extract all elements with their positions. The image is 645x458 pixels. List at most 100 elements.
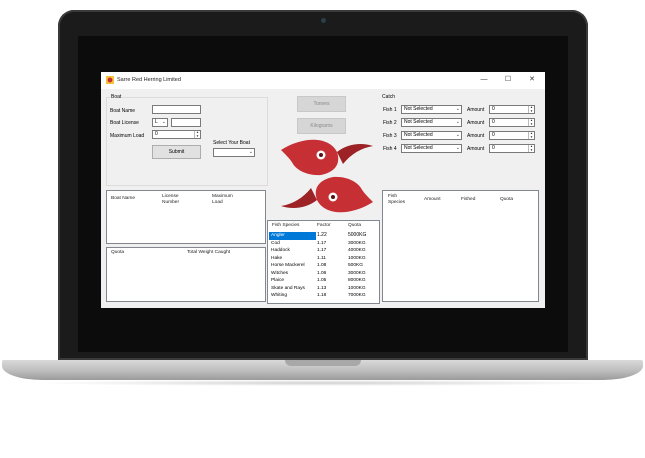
spin-arrows-icon[interactable]: ▲ ▼ xyxy=(528,131,534,139)
species-factor: 1.08 xyxy=(317,263,327,268)
species-quota: 3000KG xyxy=(348,270,366,276)
species-quota: 8000KG xyxy=(348,278,366,283)
species-name: Haddock xyxy=(271,248,290,253)
species-quota: 1000KG xyxy=(348,255,366,261)
fish-3-select[interactable]: Not Selected ⌄ xyxy=(401,131,462,140)
column-header-fish-species[interactable]: Fish Species xyxy=(272,223,299,229)
fish-3-label: Fish 3 xyxy=(383,133,397,139)
fish-4-amount-stepper[interactable]: 0 ▲ ▼ xyxy=(489,144,535,153)
chevron-down-icon: ⌄ xyxy=(455,119,460,125)
fish-4-amount-value: 0 xyxy=(492,145,495,151)
species-factor: 1.18 xyxy=(317,293,327,298)
column-header-quota[interactable]: Quota xyxy=(111,250,124,256)
chevron-down-icon: ⌄ xyxy=(248,149,253,155)
fish-2-amount-stepper[interactable]: 0 ▲ ▼ xyxy=(489,118,535,127)
table-row[interactable]: Haddock 1.17 4000KG xyxy=(269,247,379,255)
species-name: Witches xyxy=(271,270,289,276)
column-header-total-weight[interactable]: Total Weight Caught xyxy=(187,250,230,256)
spin-arrows-icon[interactable]: ▲ ▼ xyxy=(528,105,534,113)
column-header-species-quota[interactable]: Quota xyxy=(348,223,361,229)
table-row[interactable]: Plaice 1.05 8000KG xyxy=(269,277,379,285)
spin-arrows-icon[interactable]: ▲ ▼ xyxy=(528,118,534,126)
max-load-stepper[interactable]: 0 ▲ ▼ xyxy=(152,130,201,139)
spin-arrows-icon[interactable]: ▲ ▼ xyxy=(194,130,200,138)
chevron-down-icon: ⌄ xyxy=(455,145,460,151)
species-factor: 1.11 xyxy=(317,255,326,261)
species-factor: 1.17 xyxy=(317,248,327,253)
catch-list[interactable]: Fish Species Amount Fished Quota xyxy=(382,190,539,302)
fish-3-amount-value: 0 xyxy=(492,132,495,138)
boat-license-input[interactable] xyxy=(171,118,201,127)
catch-group-label: Catch xyxy=(382,94,396,100)
fish-1-amount-stepper[interactable]: 0 ▲ ▼ xyxy=(489,105,535,114)
company-logo xyxy=(281,139,373,213)
table-row[interactable]: Cod 1.17 3000KG xyxy=(269,240,379,248)
kilograms-button[interactable]: Kilograms xyxy=(297,118,346,134)
species-name: Horse Mackerel xyxy=(271,263,305,268)
license-prefix-select[interactable]: L ⌄ xyxy=(152,118,168,127)
fish-1-value: Not Selected xyxy=(404,106,433,112)
fish-3-value: Not Selected xyxy=(404,132,433,138)
fish-4-select[interactable]: Not Selected ⌄ xyxy=(401,144,462,153)
species-table[interactable]: Fish Species Factor Quota Angler 1.22 50… xyxy=(267,220,380,304)
boat-list[interactable]: Boat Name License Number Maximum Load xyxy=(106,190,266,244)
column-header-license-number[interactable]: License Number xyxy=(162,194,179,205)
fish-2-select[interactable]: Not Selected ⌄ xyxy=(401,118,462,127)
chevron-down-icon: ⌄ xyxy=(161,119,166,125)
max-load-value: 0 xyxy=(155,131,158,137)
boat-name-input[interactable] xyxy=(152,105,201,114)
camera-dot xyxy=(321,18,326,23)
minimize-icon[interactable]: — xyxy=(473,74,495,86)
fish-3-amount-stepper[interactable]: 0 ▲ ▼ xyxy=(489,131,535,140)
max-load-label: Maximum Load xyxy=(110,133,145,139)
fish-2-amount-value: 0 xyxy=(492,119,495,125)
laptop-shadow xyxy=(30,380,615,386)
close-icon[interactable]: ✕ xyxy=(521,74,543,86)
column-header-catch-amount[interactable]: Amount xyxy=(424,197,441,203)
submit-button[interactable]: Submit xyxy=(152,145,201,159)
species-quota: 3000KG xyxy=(348,240,366,246)
fish-1-select[interactable]: Not Selected ⌄ xyxy=(401,105,462,114)
species-name: Angler xyxy=(271,233,285,238)
table-row[interactable]: Whiting 1.18 7000KG xyxy=(269,292,379,300)
boat-name-label: Boat Name xyxy=(110,108,136,114)
select-boat-label: Select Your Boat xyxy=(213,140,250,146)
table-row[interactable]: Horse Mackerel 1.08 500KG xyxy=(269,262,379,270)
species-quota: 5000KG xyxy=(348,232,367,238)
species-factor: 1.17 xyxy=(317,240,327,246)
species-factor: 1.22 xyxy=(317,232,327,238)
fish-2-amount-label: Amount xyxy=(467,120,485,126)
table-row[interactable]: Witches 1.06 3000KG xyxy=(269,270,379,278)
fish-4-amount-label: Amount xyxy=(467,146,485,152)
spin-arrows-icon[interactable]: ▲ ▼ xyxy=(528,144,534,152)
fish-1-amount-value: 0 xyxy=(492,106,495,112)
title-bar[interactable]: Sarre Red Herring Limited — ☐ ✕ xyxy=(101,72,545,89)
species-name: Skate and Rays xyxy=(271,285,305,291)
species-name: Whiting xyxy=(271,293,287,298)
column-header-catch-quota[interactable]: Quota xyxy=(500,197,513,203)
table-row[interactable]: Angler xyxy=(269,232,316,240)
column-header-catch-species[interactable]: Fish Species xyxy=(388,194,405,205)
column-header-boat-name[interactable]: Boat Name xyxy=(111,196,135,202)
quota-list[interactable]: Quota Total Weight Caught xyxy=(106,247,266,302)
chevron-down-icon: ⌄ xyxy=(455,132,460,138)
species-factor: 1.13 xyxy=(317,285,327,291)
boat-group-label: Boat xyxy=(110,94,123,100)
species-name: Plaice xyxy=(271,278,285,283)
laptop-notch xyxy=(285,360,361,366)
species-factor: 1.05 xyxy=(317,278,327,283)
column-header-factor[interactable]: Factor xyxy=(317,223,331,229)
column-header-maximum-load[interactable]: Maximum Load xyxy=(212,194,233,205)
maximize-icon[interactable]: ☐ xyxy=(497,74,519,86)
window-title: Sarre Red Herring Limited xyxy=(117,77,181,83)
app-fish-icon xyxy=(106,76,114,84)
select-boat-dropdown[interactable]: ⌄ xyxy=(213,148,255,157)
table-row[interactable]: Hake 1.11 1000KG xyxy=(269,255,379,263)
app-window: Sarre Red Herring Limited — ☐ ✕ Boat Boa… xyxy=(101,72,545,308)
fish-2-label: Fish 2 xyxy=(383,120,397,126)
species-quota: 500KG xyxy=(348,263,363,268)
table-row[interactable]: Skate and Rays 1.13 1000KG xyxy=(269,285,379,293)
tonnes-button[interactable]: Tonnes xyxy=(297,96,346,112)
column-header-catch-fished[interactable]: Fished xyxy=(461,197,475,203)
boat-license-label: Boat License xyxy=(110,120,139,126)
